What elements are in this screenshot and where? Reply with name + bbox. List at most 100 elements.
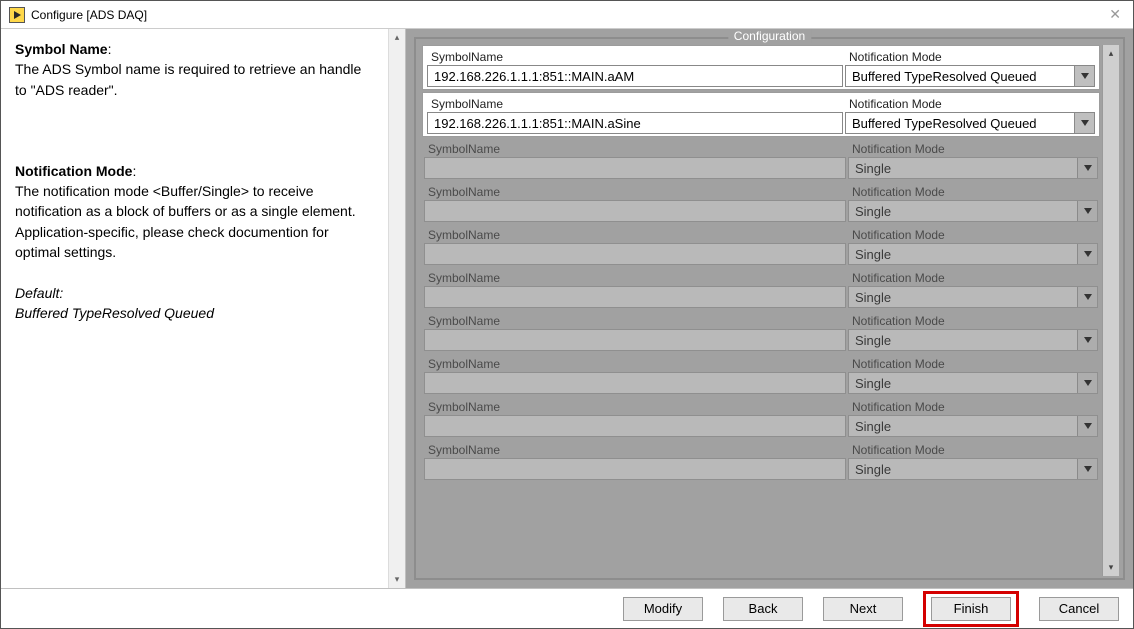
mode-dropdown: Single bbox=[848, 458, 1098, 480]
config-row: SymbolNameNotification ModeSingle bbox=[422, 354, 1100, 395]
symbol-input bbox=[425, 416, 845, 436]
symbol-input bbox=[425, 330, 845, 350]
help-text-symbol: The ADS Symbol name is required to retri… bbox=[15, 59, 374, 100]
mode-value: Single bbox=[849, 330, 1077, 350]
help-heading-symbol: Symbol Name bbox=[15, 41, 108, 57]
scroll-down-icon[interactable]: ▾ bbox=[389, 571, 405, 588]
symbol-label: SymbolName bbox=[424, 355, 846, 372]
mode-label: Notification Mode bbox=[848, 269, 1098, 286]
symbol-label: SymbolName bbox=[427, 95, 843, 112]
chevron-down-icon[interactable] bbox=[1074, 113, 1094, 133]
config-scrollbar[interactable]: ▴ ▾ bbox=[1102, 45, 1119, 576]
mode-label: Notification Mode bbox=[848, 312, 1098, 329]
scroll-up-icon[interactable]: ▴ bbox=[1103, 45, 1119, 62]
symbol-label: SymbolName bbox=[427, 48, 843, 65]
help-text-mode: The notification mode <Buffer/Single> to… bbox=[15, 181, 374, 262]
mode-dropdown: Single bbox=[848, 200, 1098, 222]
mode-value: Single bbox=[849, 201, 1077, 221]
mode-value: Single bbox=[849, 416, 1077, 436]
window-title: Configure [ADS DAQ] bbox=[31, 8, 1105, 22]
mode-value: Single bbox=[849, 244, 1077, 264]
symbol-cell: SymbolName bbox=[424, 269, 846, 308]
modify-button[interactable]: Modify bbox=[623, 597, 703, 621]
config-row: SymbolNameNotification ModeSingle bbox=[422, 440, 1100, 481]
mode-cell: Notification ModeSingle bbox=[848, 312, 1098, 351]
help-scrollbar[interactable]: ▴ ▾ bbox=[388, 29, 405, 588]
title-bar: Configure [ADS DAQ] ✕ bbox=[1, 1, 1133, 29]
chevron-down-icon bbox=[1077, 244, 1097, 264]
mode-label: Notification Mode bbox=[848, 355, 1098, 372]
symbol-input-wrap bbox=[424, 157, 846, 179]
mode-dropdown: Single bbox=[848, 329, 1098, 351]
next-button[interactable]: Next bbox=[823, 597, 903, 621]
config-row: SymbolNameNotification ModeSingle bbox=[422, 268, 1100, 309]
config-row: SymbolNameNotification ModeSingle bbox=[422, 139, 1100, 180]
mode-dropdown: Single bbox=[848, 415, 1098, 437]
symbol-input-wrap bbox=[427, 65, 843, 87]
scroll-up-icon[interactable]: ▴ bbox=[389, 29, 405, 46]
symbol-label: SymbolName bbox=[424, 398, 846, 415]
help-default-label: Default: bbox=[15, 285, 63, 301]
mode-dropdown[interactable]: Buffered TypeResolved Queued bbox=[845, 112, 1095, 134]
app-icon bbox=[9, 7, 25, 23]
symbol-cell: SymbolName bbox=[424, 312, 846, 351]
symbol-input[interactable] bbox=[428, 113, 842, 133]
symbol-cell: SymbolName bbox=[424, 441, 846, 480]
back-button[interactable]: Back bbox=[723, 597, 803, 621]
config-row: SymbolNameNotification ModeSingle bbox=[422, 225, 1100, 266]
mode-cell: Notification ModeSingle bbox=[848, 269, 1098, 308]
symbol-label: SymbolName bbox=[424, 269, 846, 286]
config-panel: Configuration SymbolNameNotification Mod… bbox=[406, 29, 1133, 588]
mode-cell: Notification ModeSingle bbox=[848, 183, 1098, 222]
cancel-button[interactable]: Cancel bbox=[1039, 597, 1119, 621]
group-title: Configuration bbox=[728, 29, 811, 43]
configuration-group: Configuration SymbolNameNotification Mod… bbox=[414, 37, 1125, 580]
symbol-label: SymbolName bbox=[424, 312, 846, 329]
finish-highlight: Finish bbox=[923, 591, 1019, 627]
symbol-label: SymbolName bbox=[424, 226, 846, 243]
mode-dropdown[interactable]: Buffered TypeResolved Queued bbox=[845, 65, 1095, 87]
symbol-input-wrap bbox=[424, 458, 846, 480]
chevron-down-icon bbox=[1077, 416, 1097, 436]
config-row: SymbolNameNotification ModeBuffered Type… bbox=[422, 92, 1100, 137]
mode-label: Notification Mode bbox=[848, 441, 1098, 458]
scroll-down-icon[interactable]: ▾ bbox=[1103, 559, 1119, 576]
symbol-input bbox=[425, 201, 845, 221]
mode-label: Notification Mode bbox=[848, 140, 1098, 157]
help-default-value: Buffered TypeResolved Queued bbox=[15, 305, 214, 321]
mode-value: Single bbox=[849, 287, 1077, 307]
symbol-input bbox=[425, 244, 845, 264]
mode-label: Notification Mode bbox=[845, 48, 1095, 65]
rows-list: SymbolNameNotification ModeBuffered Type… bbox=[422, 45, 1100, 576]
symbol-cell: SymbolName bbox=[424, 226, 846, 265]
symbol-cell: SymbolName bbox=[424, 140, 846, 179]
config-row: SymbolNameNotification ModeSingle bbox=[422, 397, 1100, 438]
chevron-down-icon bbox=[1077, 158, 1097, 178]
mode-value: Single bbox=[849, 373, 1077, 393]
symbol-label: SymbolName bbox=[424, 441, 846, 458]
close-icon[interactable]: ✕ bbox=[1105, 6, 1125, 23]
mode-cell: Notification ModeSingle bbox=[848, 398, 1098, 437]
dialog-body: Symbol Name: The ADS Symbol name is requ… bbox=[1, 29, 1133, 588]
symbol-cell: SymbolName bbox=[424, 355, 846, 394]
mode-value: Single bbox=[849, 459, 1077, 479]
mode-dropdown: Single bbox=[848, 243, 1098, 265]
symbol-input[interactable] bbox=[428, 66, 842, 86]
symbol-cell: SymbolName bbox=[424, 183, 846, 222]
chevron-down-icon[interactable] bbox=[1074, 66, 1094, 86]
finish-button[interactable]: Finish bbox=[931, 597, 1011, 621]
symbol-cell: SymbolName bbox=[427, 48, 843, 87]
config-row: SymbolNameNotification ModeSingle bbox=[422, 182, 1100, 223]
mode-value: Buffered TypeResolved Queued bbox=[846, 66, 1074, 86]
symbol-input bbox=[425, 373, 845, 393]
symbol-cell: SymbolName bbox=[424, 398, 846, 437]
mode-dropdown: Single bbox=[848, 157, 1098, 179]
mode-cell: Notification ModeSingle bbox=[848, 441, 1098, 480]
dialog-window: Configure [ADS DAQ] ✕ Symbol Name: The A… bbox=[0, 0, 1134, 629]
symbol-input bbox=[425, 287, 845, 307]
mode-dropdown: Single bbox=[848, 372, 1098, 394]
chevron-down-icon bbox=[1077, 201, 1097, 221]
mode-cell: Notification ModeBuffered TypeResolved Q… bbox=[845, 95, 1095, 134]
symbol-cell: SymbolName bbox=[427, 95, 843, 134]
chevron-down-icon bbox=[1077, 287, 1097, 307]
